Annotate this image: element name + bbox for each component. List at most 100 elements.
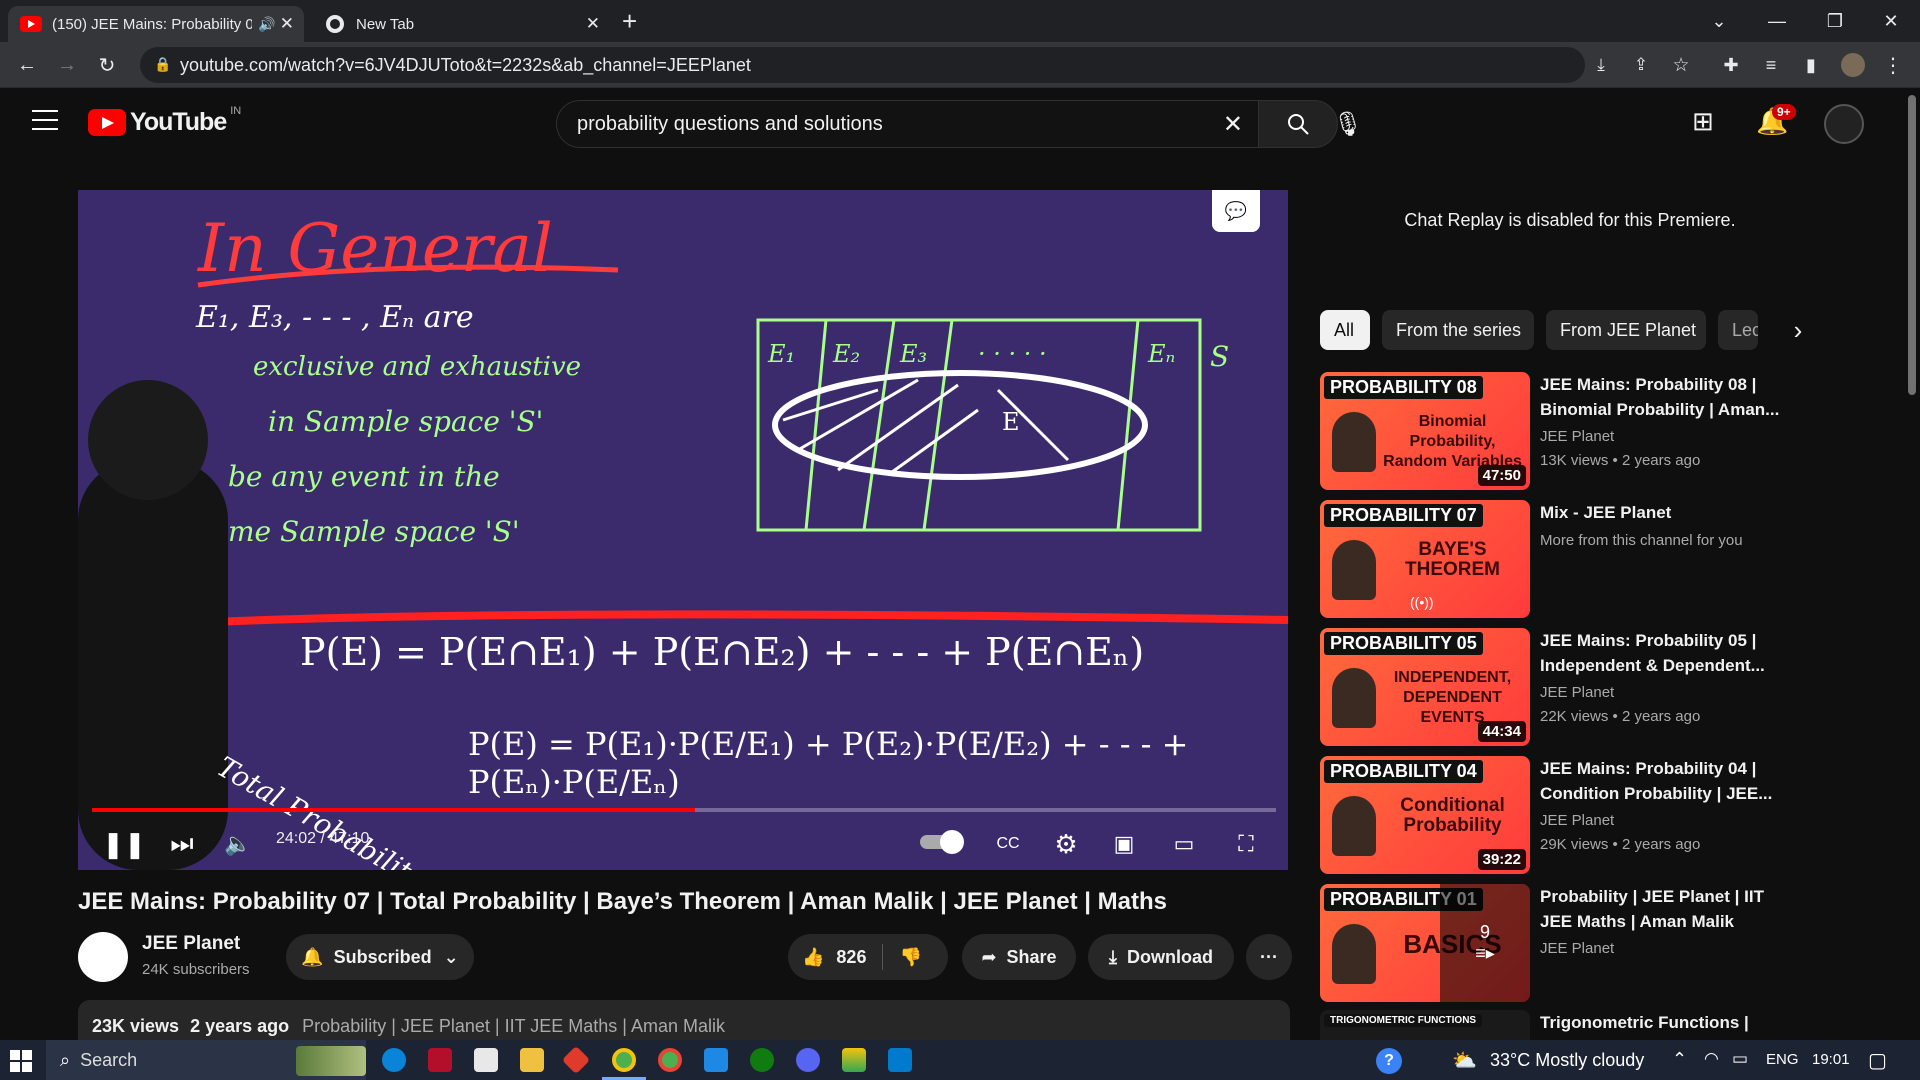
- search-input[interactable]: probability questions and solutions ✕: [556, 100, 1260, 148]
- rec-channel[interactable]: JEE Planet: [1540, 940, 1614, 957]
- close-tab-icon[interactable]: ✕: [280, 14, 294, 34]
- back-button[interactable]: ←: [12, 50, 42, 80]
- video-thumbnail[interactable]: PROBABILITY 04 Conditional Probability 3…: [1320, 756, 1530, 874]
- app-stack-icon[interactable]: [842, 1048, 866, 1072]
- app-red-icon[interactable]: [428, 1048, 452, 1072]
- bookmark-star-icon[interactable]: ☆: [1666, 50, 1696, 80]
- rec-title[interactable]: Mix - JEE Planet: [1540, 500, 1780, 525]
- vscode-icon[interactable]: [888, 1048, 912, 1072]
- side-panel-icon[interactable]: ▮: [1796, 50, 1826, 80]
- edge-icon[interactable]: [382, 1048, 406, 1072]
- fullscreen-icon[interactable]: ⛶: [1228, 826, 1264, 862]
- theater-mode-icon[interactable]: ▭: [1166, 826, 1202, 862]
- clock[interactable]: 19:01: [1812, 1051, 1850, 1068]
- video-thumbnail[interactable]: PROBABILITY 05 INDEPENDENT, DEPENDENT EV…: [1320, 628, 1530, 746]
- microphone-icon[interactable]: 🎙: [1326, 102, 1370, 146]
- restore-button[interactable]: ❐: [1806, 0, 1864, 42]
- hamburger-menu-icon[interactable]: [32, 110, 58, 130]
- create-video-icon[interactable]: ⊞: [1692, 106, 1714, 137]
- close-tab-icon[interactable]: ✕: [586, 14, 600, 34]
- file-explorer-icon[interactable]: [520, 1048, 544, 1072]
- media-control-icon[interactable]: ≡: [1756, 50, 1786, 80]
- weather-text[interactable]: 33°C Mostly cloudy: [1490, 1050, 1644, 1071]
- extensions-icon[interactable]: ✚: [1716, 50, 1746, 80]
- chip-from-jee-planet[interactable]: From JEE Planet: [1546, 310, 1706, 350]
- browser-tab-youtube[interactable]: (150) JEE Mains: Probability 0 🔊 ✕: [8, 6, 304, 42]
- rec-channel[interactable]: JEE Planet: [1540, 684, 1614, 701]
- video-player[interactable]: In General E₁, E₃, - - - , Eₙ are exclus…: [78, 190, 1288, 870]
- recommendation-item[interactable]: TRIGONOMETRIC FUNCTIONS Trigonometric Fu…: [1320, 1010, 1780, 1040]
- browser-menu-icon[interactable]: ⋮: [1878, 50, 1908, 80]
- subscribed-button[interactable]: 🔔 Subscribed ⌄: [286, 934, 474, 980]
- minimize-button[interactable]: —: [1748, 0, 1806, 42]
- windows-start-icon[interactable]: [10, 1050, 32, 1072]
- video-tags[interactable]: Probability | JEE Planet | IIT JEE Maths…: [302, 1016, 725, 1036]
- notification-center-icon[interactable]: ▢: [1868, 1048, 1887, 1073]
- rec-channel[interactable]: JEE Planet: [1540, 428, 1614, 445]
- settings-gear-icon[interactable]: ⚙: [1048, 826, 1084, 862]
- chip-from-the-series[interactable]: From the series: [1382, 310, 1534, 350]
- autoplay-toggle[interactable]: [920, 828, 966, 854]
- video-thumbnail[interactable]: PROBABILITY 01 BASICS 9 ≡▸: [1320, 884, 1530, 1002]
- language-indicator[interactable]: ENG: [1766, 1051, 1799, 1068]
- recommendation-item[interactable]: PROBABILITY 05 INDEPENDENT, DEPENDENT EV…: [1320, 628, 1780, 746]
- weather-icon[interactable]: ⛅: [1452, 1048, 1477, 1073]
- rec-title[interactable]: JEE Mains: Probability 08 | Binomial Pro…: [1540, 372, 1780, 422]
- download-button[interactable]: ⤓ Download: [1088, 934, 1234, 980]
- description-box[interactable]: 23K views 2 years ago Probability | JEE …: [78, 1000, 1290, 1040]
- discord-icon[interactable]: [796, 1048, 820, 1072]
- chevron-right-icon[interactable]: ›: [1780, 312, 1816, 348]
- rec-title[interactable]: JEE Mains: Probability 04 | Condition Pr…: [1540, 756, 1780, 806]
- channel-avatar[interactable]: [78, 932, 128, 982]
- tab-search-icon[interactable]: ⌄: [1690, 0, 1748, 42]
- share-button[interactable]: ➦ Share: [962, 934, 1076, 980]
- store-icon[interactable]: [474, 1048, 498, 1072]
- close-window-button[interactable]: ✕: [1862, 0, 1920, 42]
- channel-name[interactable]: JEE Planet: [142, 933, 240, 955]
- browser-tab-newtab[interactable]: New Tab ✕: [314, 6, 610, 42]
- app-diamond-icon[interactable]: [561, 1045, 591, 1075]
- volume-icon[interactable]: 🔈: [220, 826, 256, 862]
- rec-channel[interactable]: JEE Planet: [1540, 812, 1614, 829]
- video-thumbnail[interactable]: PROBABILITY 07 BAYE'S THEOREM ((•)): [1320, 500, 1530, 618]
- xbox-icon[interactable]: [750, 1048, 774, 1072]
- address-bar[interactable]: 🔒 youtube.com/watch?v=6JV4DJUToto&t=2232…: [140, 47, 1585, 83]
- next-video-icon[interactable]: ⏭: [164, 826, 200, 862]
- youtube-logo[interactable]: YouTube IN: [88, 105, 241, 137]
- clear-search-icon[interactable]: ✕: [1223, 110, 1243, 139]
- recommendation-item[interactable]: PROBABILITY 08 Binomial Probability, Ran…: [1320, 372, 1780, 490]
- dislike-button[interactable]: 👎: [899, 947, 921, 968]
- new-tab-button[interactable]: +: [622, 6, 637, 37]
- captions-icon[interactable]: CC: [990, 826, 1026, 862]
- share-page-icon[interactable]: ⇪: [1626, 50, 1656, 80]
- tray-chevron-up-icon[interactable]: ⌃: [1672, 1049, 1687, 1070]
- video-thumbnail[interactable]: TRIGONOMETRIC FUNCTIONS: [1320, 1010, 1530, 1040]
- recommendation-item[interactable]: PROBABILITY 01 BASICS 9 ≡▸ Probability |…: [1320, 884, 1780, 1002]
- reload-button[interactable]: ↻: [92, 50, 122, 80]
- chrome-profile-icon[interactable]: [658, 1048, 682, 1072]
- rec-title[interactable]: Probability | JEE Planet | IIT JEE Maths…: [1540, 884, 1780, 934]
- rec-title[interactable]: Trigonometric Functions |: [1540, 1010, 1780, 1035]
- more-actions-button[interactable]: ···: [1246, 934, 1292, 980]
- comments-overlay-icon[interactable]: 💬: [1212, 190, 1260, 232]
- like-button[interactable]: 👍 826: [802, 947, 866, 968]
- chip-lec[interactable]: Lec: [1718, 310, 1758, 350]
- install-icon[interactable]: ⤓: [1586, 50, 1616, 80]
- recommendation-item[interactable]: PROBABILITY 04 Conditional Probability 3…: [1320, 756, 1780, 874]
- help-icon[interactable]: ?: [1376, 1048, 1402, 1074]
- wifi-icon[interactable]: ◠: [1704, 1049, 1719, 1069]
- pause-icon[interactable]: ❚❚: [102, 826, 146, 862]
- speaker-icon[interactable]: 🔊: [258, 16, 275, 33]
- recommendation-item[interactable]: PROBABILITY 07 BAYE'S THEOREM ((•)) Mix …: [1320, 500, 1780, 618]
- forward-button[interactable]: →: [52, 50, 82, 80]
- chrome-icon[interactable]: [612, 1048, 636, 1072]
- rec-title[interactable]: JEE Mains: Probability 05 | Independent …: [1540, 628, 1780, 678]
- scrollbar-thumb[interactable]: [1908, 95, 1916, 395]
- video-thumbnail[interactable]: PROBABILITY 08 Binomial Probability, Ran…: [1320, 372, 1530, 490]
- profile-avatar[interactable]: [1838, 50, 1868, 80]
- app-blue-icon[interactable]: [704, 1048, 728, 1072]
- miniplayer-icon[interactable]: ▣: [1106, 826, 1142, 862]
- battery-icon[interactable]: ▭: [1732, 1049, 1748, 1069]
- chip-all[interactable]: All: [1320, 310, 1370, 350]
- taskbar-search-box[interactable]: ⌕ Search: [46, 1040, 366, 1080]
